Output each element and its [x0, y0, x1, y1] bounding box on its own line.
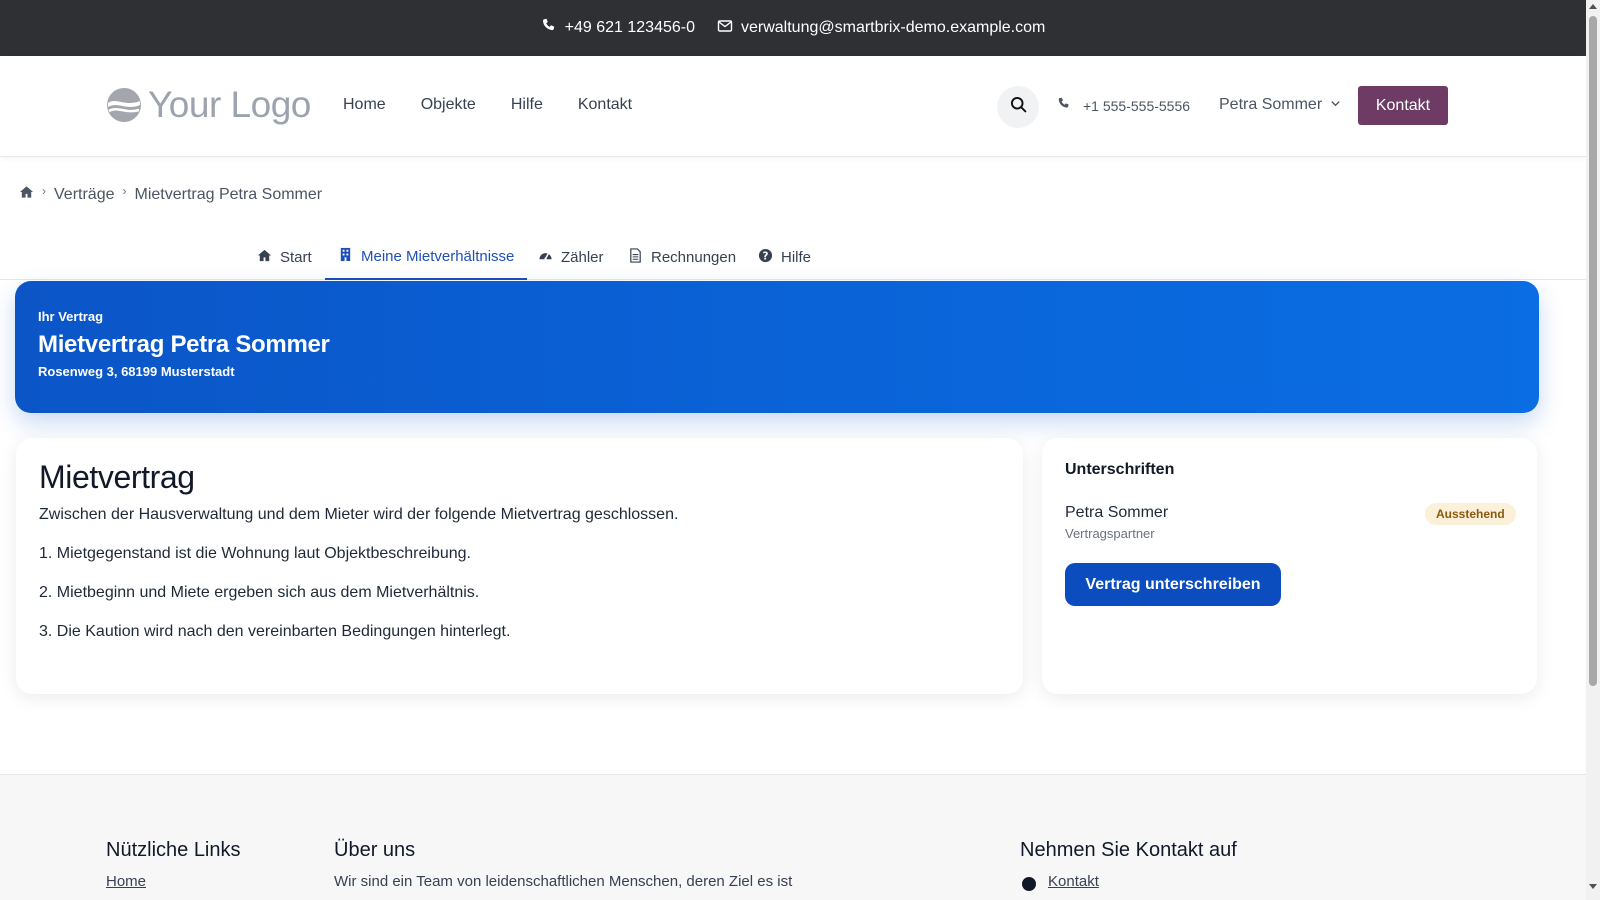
tab-hilfe[interactable]: ? Hilfe [745, 235, 824, 279]
home-icon [257, 248, 272, 267]
tab-meine-mietverhaeltnisse[interactable]: Meine Mietverhältnisse [325, 235, 528, 280]
site-header: Your Logo Home Objekte Hilfe Kontakt +1 … [0, 56, 1586, 157]
header-phone[interactable]: +1 555-555-5556 [1057, 97, 1190, 114]
logo-text: Your Logo [148, 84, 311, 125]
footer-about-title: Über uns [334, 839, 416, 861]
page-scrollbar[interactable] [1586, 0, 1600, 900]
hero-address: Rosenweg 3, 68199 Musterstadt [38, 364, 235, 379]
footer-link-kontakt[interactable]: Kontakt [1048, 873, 1099, 890]
scrollbar-thumb[interactable] [1589, 16, 1597, 686]
mail-icon [717, 18, 733, 39]
document-icon [628, 247, 643, 267]
chevron-down-icon [1330, 96, 1341, 114]
scroll-up-icon[interactable] [1589, 4, 1597, 9]
section-tabs: Start Meine Mietverhältnisse Zähler Rech… [0, 235, 1586, 280]
footer-contact-title: Nehmen Sie Kontakt auf [1020, 839, 1237, 861]
topbar-email[interactable]: verwaltung@smartbrix-demo.example.com [717, 18, 1045, 39]
footer-link-home[interactable]: Home [106, 873, 146, 890]
breadcrumb-separator: › [122, 183, 127, 198]
kontakt-button[interactable]: Kontakt [1358, 86, 1448, 125]
status-badge: Ausstehend [1425, 503, 1516, 525]
signer-name: Petra Sommer [1065, 504, 1169, 521]
signatures-title: Unterschriften [1065, 461, 1175, 478]
tab-rechnungen-label: Rechnungen [651, 248, 737, 266]
user-menu[interactable]: Petra Sommer [1219, 96, 1341, 114]
nav-home[interactable]: Home [343, 96, 386, 114]
logo-mark-icon [107, 88, 141, 122]
tab-rechnungen[interactable]: Rechnungen [615, 235, 749, 279]
tab-hilfe-label: Hilfe [781, 248, 812, 266]
contract-intro: Zwischen der Hausverwaltung und dem Miet… [39, 506, 679, 523]
breadcrumb-item-vertraege[interactable]: Verträge [54, 186, 114, 204]
top-contact-bar: +49 621 123456-0 verwaltung@smartbrix-de… [0, 0, 1586, 56]
sign-contract-button[interactable]: Vertrag unterschreiben [1065, 563, 1281, 606]
nav-hilfe[interactable]: Hilfe [511, 96, 543, 114]
question-icon: ? [758, 248, 773, 267]
nav-kontakt[interactable]: Kontakt [578, 96, 632, 114]
tab-start-label: Start [280, 248, 312, 266]
contract-card: Mietvertrag Zwischen der Hausverwaltung … [16, 438, 1023, 694]
footer-useful-links-title: Nützliche Links [106, 839, 241, 861]
topbar-phone[interactable]: +49 621 123456-0 [541, 18, 695, 39]
scroll-down-icon[interactable] [1589, 884, 1597, 889]
topbar-phone-text: +49 621 123456-0 [564, 19, 695, 36]
breadcrumb: › Verträge › Mietvertrag Petra Sommer [19, 183, 323, 204]
gauge-icon [538, 248, 553, 267]
tab-meine-mietverhaeltnisse-label: Meine Mietverhältnisse [361, 248, 515, 265]
breadcrumb-item-current: Mietvertrag Petra Sommer [134, 185, 323, 203]
signatures-card: Unterschriften Petra Sommer Vertragspart… [1042, 438, 1537, 694]
phone-icon [1057, 97, 1071, 114]
svg-text:?: ? [763, 250, 769, 262]
user-name: Petra Sommer [1219, 96, 1323, 113]
logo[interactable]: Your Logo [106, 84, 311, 126]
contract-clause: 1. Mietgegenstand ist die Wohnung laut O… [39, 545, 471, 562]
search-icon [1010, 96, 1027, 118]
search-button[interactable] [997, 86, 1039, 128]
nav-objekte[interactable]: Objekte [421, 96, 476, 114]
breadcrumb-home-icon[interactable] [19, 185, 34, 204]
contract-hero-banner: Ihr Vertrag Mietvertrag Petra Sommer Ros… [15, 281, 1539, 413]
signer-role: Vertragspartner [1065, 526, 1155, 541]
main-nav: Home Objekte Hilfe Kontakt [343, 96, 632, 114]
phone-icon [541, 18, 557, 39]
contract-clause: 2. Mietbeginn und Miete ergeben sich aus… [39, 584, 480, 601]
contract-title: Mietvertrag [39, 459, 195, 495]
header-phone-text: +1 555-555-5556 [1083, 97, 1191, 114]
hero-title: Mietvertrag Petra Sommer [38, 331, 330, 358]
hero-kicker: Ihr Vertrag [38, 309, 104, 324]
topbar-email-text: verwaltung@smartbrix-demo.example.com [741, 19, 1046, 36]
tab-zaehler-label: Zähler [561, 248, 604, 266]
breadcrumb-separator: › [42, 183, 46, 198]
building-icon [338, 247, 353, 266]
contact-bullet-icon [1022, 877, 1036, 891]
site-footer: Nützliche Links Home Über uns Wir sind e… [0, 774, 1586, 900]
tab-zaehler[interactable]: Zähler [525, 235, 617, 279]
footer-about-text: Wir sind ein Team von leidenschaftlichen… [334, 873, 793, 890]
contract-clause: 3. Die Kaution wird nach den vereinbarte… [39, 623, 511, 640]
tab-start[interactable]: Start [244, 235, 325, 279]
